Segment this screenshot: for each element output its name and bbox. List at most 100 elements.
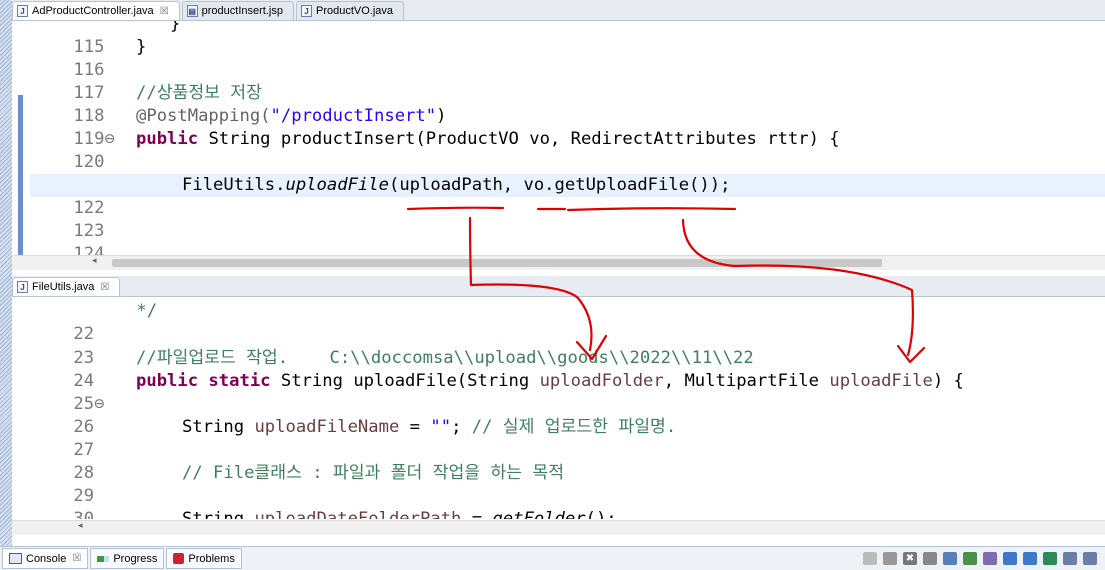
bottom-view-bar: Console ☒ Progress Problems ✖ xyxy=(0,546,1105,570)
code-line: 120 public String productInsert(ProductV… xyxy=(30,128,1105,172)
pin-console-icon[interactable] xyxy=(1043,552,1057,565)
tab-productinsert-jsp[interactable]: ▤ productInsert.jsp xyxy=(181,1,294,20)
code-line: 30 xyxy=(30,485,1105,519)
tab-adproductcontroller[interactable]: J AdProductController.java ☒ xyxy=(12,1,180,20)
bottom-code-editor[interactable]: 22 */ 23 24 //파일업로드 작업. C:\\doccomsa\\up… xyxy=(12,297,1105,519)
view-toolbar: ✖ xyxy=(857,552,1105,565)
code-line: 25⊖ public static String uploadFile(Stri… xyxy=(30,370,1105,414)
bottom-editor-tabbar: J FileUtils.java ☒ xyxy=(12,276,1105,297)
local-variable: uploadDateFolderPath xyxy=(254,509,462,519)
top-editor-tabbar: J AdProductController.java ☒ ▤ productIn… xyxy=(12,0,1105,21)
keyword: public static xyxy=(136,371,271,391)
code-text: String uploadFile(String xyxy=(270,371,540,391)
code-line: 121 xyxy=(30,151,1105,195)
line-number: 124 xyxy=(73,244,105,255)
current-line: 122 FileUtils.uploadFile(uploadPath, vo.… xyxy=(30,174,1105,218)
parameter: uploadFolder xyxy=(539,371,664,391)
comment-text: // 실제 업로드한 파일명. xyxy=(471,417,677,437)
code-line: 31 String uploadDateFolderPath = getFold… xyxy=(30,508,1105,519)
close-icon[interactable]: ☒ xyxy=(160,6,169,17)
local-variable: uploadFileName xyxy=(254,417,400,437)
tab-label: Problems xyxy=(188,552,235,565)
tab-label: productInsert.jsp xyxy=(201,5,283,17)
java-file-icon: J xyxy=(17,5,28,17)
code-text: } xyxy=(170,21,181,34)
code-line: 28 xyxy=(30,439,1105,483)
clear-console-icon[interactable] xyxy=(943,552,957,565)
code-line: 24 //파일업로드 작업. C:\\doccomsa\\upload\\goo… xyxy=(30,347,1105,391)
java-file-icon: J xyxy=(300,5,312,17)
code-text: (uploadPath, vo.getUploadFile()); xyxy=(388,175,731,195)
code-text: FileUtils. xyxy=(182,175,286,195)
static-method: uploadFile xyxy=(285,175,389,195)
scroll-left-icon[interactable]: ◂ xyxy=(78,521,83,531)
string-literal: "" xyxy=(430,417,452,437)
code-line: 123 xyxy=(30,197,1105,241)
code-line: 117 xyxy=(30,59,1105,103)
comment-text: //파일업로드 작업. C:\\doccomsa\\upload\\goods\… xyxy=(136,348,754,368)
parameter: uploadFile xyxy=(829,371,933,391)
scroll-lock-icon[interactable] xyxy=(963,552,977,565)
progress-icon xyxy=(97,555,110,562)
tab-label: FileUtils.java xyxy=(32,281,95,293)
code-line: 23 xyxy=(30,324,1105,368)
close-icon[interactable]: ☒ xyxy=(72,553,81,564)
remove-all-icon[interactable] xyxy=(923,552,937,565)
tab-progress[interactable]: Progress xyxy=(90,548,165,569)
code-line: 22 */ xyxy=(30,300,1105,344)
comment-text: //상품정보 저장 xyxy=(136,83,262,103)
top-horizontal-scrollbar[interactable]: ◂ xyxy=(12,255,1105,270)
close-icon[interactable]: ☒ xyxy=(100,282,109,293)
pin-icon[interactable] xyxy=(863,552,877,565)
code-text: ) xyxy=(436,106,447,126)
problems-icon xyxy=(173,553,185,564)
keyword: public xyxy=(136,129,199,149)
code-line: 124 xyxy=(30,220,1105,255)
tab-label: Console xyxy=(26,552,67,565)
annotation-text: @PostMapping( xyxy=(136,106,271,126)
code-text: String xyxy=(182,417,255,437)
static-method: getFolder xyxy=(492,509,586,519)
code-text: (); xyxy=(585,509,617,519)
code-line: 26 xyxy=(30,393,1105,437)
scrollbar-thumb[interactable] xyxy=(112,259,882,267)
code-line: 119⊖ @PostMapping("/productInsert") xyxy=(30,105,1105,149)
word-wrap-icon[interactable] xyxy=(983,552,997,565)
open-console-icon[interactable] xyxy=(1083,552,1097,565)
code-text: } xyxy=(136,37,147,57)
code-line: 27 String uploadFileName = ""; // 실제 업로드… xyxy=(30,416,1105,460)
tab-label: AdProductController.java xyxy=(32,5,154,17)
terminate-icon[interactable] xyxy=(883,552,897,565)
tab-productvo[interactable]: J ProductVO.java xyxy=(295,1,405,20)
code-line: 29 // File클래스 : 파일과 폴더 작업을 하는 목적 xyxy=(30,462,1105,506)
tab-label: ProductVO.java xyxy=(315,5,394,17)
code-text: = xyxy=(461,509,493,519)
change-ruler xyxy=(18,95,23,255)
top-code-editor[interactable]: 115 } 116 } 117 118 //상품정보 저장 119⊖ @Post… xyxy=(12,21,1105,255)
left-gutter-strip xyxy=(0,0,12,569)
code-line: 115 } xyxy=(30,21,1105,57)
console-icon xyxy=(9,553,22,564)
tab-label: Progress xyxy=(113,552,158,565)
remove-launch-icon[interactable]: ✖ xyxy=(903,552,917,565)
show-stdout-icon[interactable] xyxy=(1003,552,1017,565)
tab-problems[interactable]: Problems xyxy=(166,548,242,569)
code-text: = xyxy=(399,417,431,437)
code-line: 118 //상품정보 저장 xyxy=(30,82,1105,126)
tab-console[interactable]: Console ☒ xyxy=(2,548,89,569)
show-stderr-icon[interactable] xyxy=(1023,552,1037,565)
comment-text: */ xyxy=(126,301,158,321)
string-literal: "/productInsert" xyxy=(270,106,437,126)
display-console-icon[interactable] xyxy=(1063,552,1077,565)
code-text: String xyxy=(182,509,255,519)
code-text: ) { xyxy=(932,371,964,391)
code-text: ; xyxy=(451,417,472,437)
bottom-horizontal-scrollbar[interactable]: ◂ xyxy=(12,520,1105,535)
java-file-icon: J xyxy=(17,281,28,293)
code-text: , MultipartFile xyxy=(663,371,830,391)
scroll-left-icon[interactable]: ◂ xyxy=(92,256,97,266)
code-text: String productInsert(ProductVO vo, Redir… xyxy=(198,129,840,149)
jsp-file-icon: ▤ xyxy=(186,5,198,17)
comment-text: // File클래스 : 파일과 폴더 작업을 하는 목적 xyxy=(182,463,565,483)
tab-fileutils[interactable]: J FileUtils.java ☒ xyxy=(12,277,121,296)
